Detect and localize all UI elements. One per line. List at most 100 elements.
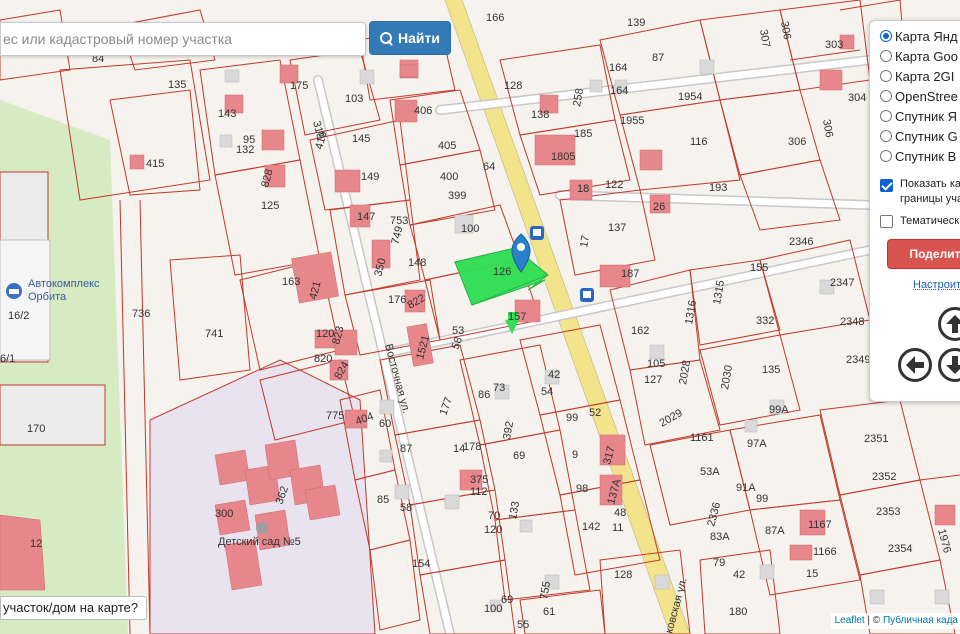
svg-text:73: 73 xyxy=(493,382,505,394)
share-button[interactable]: Поделитьс xyxy=(887,239,960,269)
radio-button[interactable] xyxy=(880,150,892,162)
svg-text:148: 148 xyxy=(408,257,426,269)
pan-left-button[interactable] xyxy=(898,348,932,382)
svg-text:332: 332 xyxy=(756,315,774,327)
svg-text:69: 69 xyxy=(501,594,513,606)
svg-text:155: 155 xyxy=(750,262,768,274)
poi-label-autocomplex: Автокомплекс xyxy=(28,278,100,290)
svg-text:103: 103 xyxy=(345,93,363,105)
svg-text:820: 820 xyxy=(314,353,332,365)
svg-text:2336: 2336 xyxy=(705,501,723,528)
svg-text:1167: 1167 xyxy=(808,519,832,531)
svg-text:61: 61 xyxy=(543,606,555,618)
poi-label-orbita: Орбита xyxy=(28,291,67,303)
svg-text:98: 98 xyxy=(576,483,588,495)
map-canvas[interactable]: 166 139 84 135 175 103 143 95 132 145 41… xyxy=(0,0,960,634)
radio-button[interactable] xyxy=(880,110,892,122)
thematic-checkbox[interactable] xyxy=(880,215,893,228)
svg-text:306: 306 xyxy=(820,118,835,138)
svg-text:406: 406 xyxy=(414,105,432,117)
svg-text:300: 300 xyxy=(215,508,233,520)
car-service-icon xyxy=(6,283,22,299)
svg-text:99: 99 xyxy=(566,412,578,424)
pan-up-button[interactable] xyxy=(938,307,960,341)
svg-text:1805: 1805 xyxy=(551,151,575,163)
svg-text:180: 180 xyxy=(729,606,747,618)
svg-text:97А: 97А xyxy=(747,438,767,450)
radio-button[interactable] xyxy=(880,50,892,62)
layer-option-bing-satellite[interactable]: Спутник В xyxy=(880,147,956,165)
svg-text:87: 87 xyxy=(400,443,412,455)
svg-text:755: 755 xyxy=(538,580,553,600)
svg-text:48: 48 xyxy=(614,507,626,519)
layer-panel: Карта Янд Карта Goo Карта 2GI OpenStree … xyxy=(869,20,960,402)
show-boundaries-checkbox[interactable] xyxy=(880,179,893,192)
svg-text:749: 749 xyxy=(389,225,405,246)
layer-option-label: Карта 2GI xyxy=(895,68,955,84)
svg-text:741: 741 xyxy=(205,328,223,340)
svg-text:162: 162 xyxy=(631,325,649,337)
svg-text:187: 187 xyxy=(621,268,639,280)
svg-text:1955: 1955 xyxy=(620,115,644,127)
radio-button[interactable] xyxy=(880,70,892,82)
svg-text:91А: 91А xyxy=(736,482,756,494)
svg-text:122: 122 xyxy=(605,179,623,191)
svg-text:128: 128 xyxy=(614,569,632,581)
radio-button[interactable] xyxy=(880,90,892,102)
search-icon xyxy=(380,31,393,45)
svg-text:142: 142 xyxy=(582,521,600,533)
svg-text:164: 164 xyxy=(610,85,628,97)
source-link[interactable]: Публичная када xyxy=(883,615,958,626)
svg-text:139: 139 xyxy=(627,17,645,29)
attribution-separator: | © xyxy=(864,615,883,626)
map-tiles[interactable]: 166 139 84 135 175 103 143 95 132 145 41… xyxy=(0,0,960,634)
svg-text:100: 100 xyxy=(461,223,479,235)
svg-text:176: 176 xyxy=(388,294,406,306)
radio-button[interactable] xyxy=(880,130,892,142)
svg-text:306: 306 xyxy=(788,136,806,148)
svg-text:15: 15 xyxy=(806,568,818,580)
find-plot-question-link[interactable]: участок/дом на карте? xyxy=(0,596,148,620)
svg-text:135: 135 xyxy=(168,79,186,91)
pan-down-button[interactable] xyxy=(938,348,960,382)
radio-button[interactable] xyxy=(880,30,892,42)
svg-text:2029: 2029 xyxy=(658,407,685,430)
search-input[interactable]: ес или кадастровый номер участка xyxy=(0,22,366,56)
svg-text:42: 42 xyxy=(733,569,745,581)
svg-text:86: 86 xyxy=(478,389,490,401)
svg-text:147: 147 xyxy=(357,211,375,223)
layer-option-google-satellite[interactable]: Спутник G xyxy=(880,127,958,145)
svg-text:166: 166 xyxy=(486,12,504,24)
svg-text:753: 753 xyxy=(390,215,408,227)
leaflet-link[interactable]: Leaflet xyxy=(835,615,865,626)
svg-text:193: 193 xyxy=(709,182,727,194)
svg-text:60: 60 xyxy=(379,418,391,430)
svg-text:116: 116 xyxy=(690,136,708,148)
svg-text:54: 54 xyxy=(541,386,553,398)
svg-text:2030: 2030 xyxy=(719,364,735,390)
svg-text:105: 105 xyxy=(647,358,665,370)
svg-text:2348: 2348 xyxy=(840,316,864,328)
layer-option-label: OpenStree xyxy=(895,88,958,104)
layer-option-openstreetmap[interactable]: OpenStree xyxy=(880,87,958,105)
layer-option-google-map[interactable]: Карта Goo xyxy=(880,47,958,65)
svg-text:128: 128 xyxy=(504,80,522,92)
map-attribution: Leaflet | © Публичная када xyxy=(830,613,960,629)
layer-option-2gis-map[interactable]: Карта 2GI xyxy=(880,67,954,85)
show-boundaries-label-line2: границы уча xyxy=(900,193,960,205)
svg-text:1161: 1161 xyxy=(690,432,714,444)
svg-text:112: 112 xyxy=(470,486,488,498)
svg-text:307: 307 xyxy=(757,28,772,48)
show-boundaries-label: Показать ка xyxy=(900,178,960,190)
svg-text:400: 400 xyxy=(440,171,458,183)
layer-option-yandex-map[interactable]: Карта Янд xyxy=(880,27,958,45)
search-button[interactable]: Найти xyxy=(369,21,451,55)
settings-link[interactable]: Настроит xyxy=(913,279,960,291)
svg-text:26: 26 xyxy=(653,201,665,213)
svg-text:87А: 87А xyxy=(765,525,785,537)
svg-text:42: 42 xyxy=(548,369,560,381)
layer-option-yandex-satellite[interactable]: Спутник Я xyxy=(880,107,957,125)
arrow-up-icon xyxy=(946,315,960,333)
svg-text:17: 17 xyxy=(578,234,592,248)
svg-text:185: 185 xyxy=(574,128,592,140)
